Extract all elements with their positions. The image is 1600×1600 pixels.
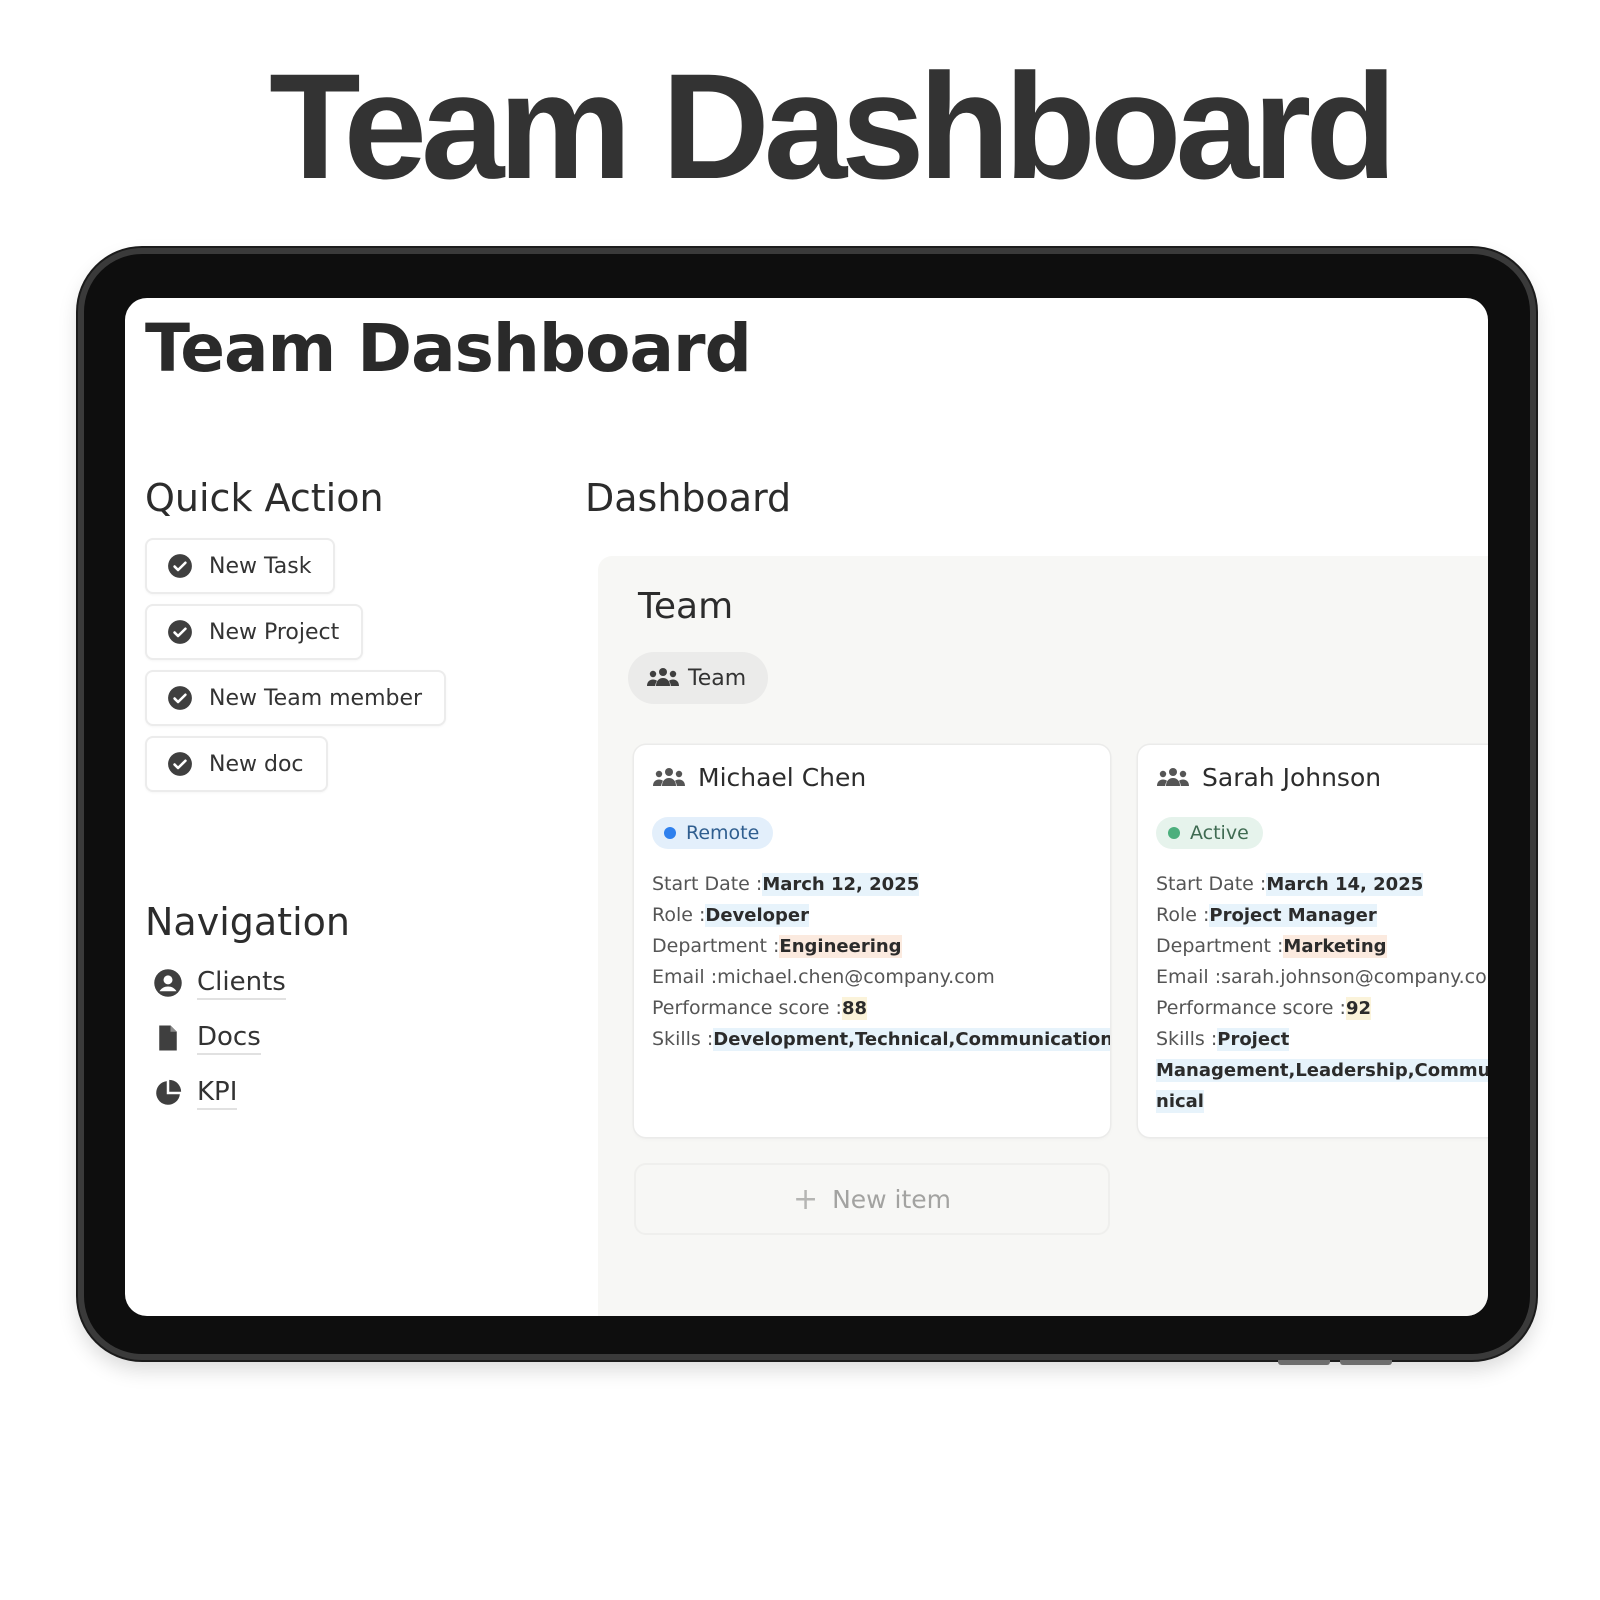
nav-item-docs[interactable]: Docs (153, 1018, 261, 1058)
status-dot (1168, 827, 1180, 839)
check-circle-icon (168, 752, 192, 776)
team-member-card[interactable]: Michael Chen Remote Start Date :March 12… (634, 745, 1110, 1137)
performance-label: Performance score : (652, 997, 842, 1019)
start-date-label: Start Date : (652, 873, 763, 895)
member-properties: Start Date :March 14, 2025 Role :Project… (1156, 869, 1488, 1117)
check-circle-icon (168, 686, 192, 710)
dashboard-panel: Team Team Michael Chen Remote Start Date… (598, 556, 1488, 1316)
email-label: Email : (1156, 966, 1222, 988)
skills-value: Development,Technical,Communication (713, 1028, 1110, 1051)
skills-value-cont: nical (1156, 1090, 1204, 1113)
tablet-side-button (1278, 1360, 1330, 1365)
nav-item-clients[interactable]: Clients (153, 963, 286, 1003)
new-team-member-button[interactable]: New Team member (145, 670, 447, 726)
new-item-label: New item (832, 1184, 952, 1214)
nav-label: Clients (197, 966, 286, 1000)
hero-title: Team Dashboard (269, 42, 1397, 210)
new-item-button[interactable]: + New item (634, 1163, 1110, 1235)
skills-label: Skills : (652, 1028, 714, 1050)
department-label: Department : (1156, 935, 1284, 957)
skills-label: Skills : (1156, 1028, 1218, 1050)
skills-value-cont: Management,Leadership,Commu (1156, 1059, 1488, 1082)
check-circle-icon (168, 554, 192, 578)
status-label: Remote (686, 822, 760, 844)
performance-value: 92 (1345, 997, 1371, 1020)
member-name: Michael Chen (698, 763, 867, 792)
role-label: Role : (652, 904, 706, 926)
member-name: Sarah Johnson (1202, 763, 1382, 792)
status-badge: Remote (652, 817, 774, 849)
tab-label: Team (688, 665, 747, 691)
team-title: Team (638, 586, 734, 627)
tablet-side-button (1340, 1360, 1392, 1365)
people-icon (1157, 767, 1189, 786)
role-label: Role : (1156, 904, 1210, 926)
tab-team[interactable]: Team (628, 652, 769, 704)
start-date-value: March 14, 2025 (1266, 873, 1424, 896)
quick-action-heading: Quick Action (145, 476, 384, 520)
check-circle-icon (168, 620, 192, 644)
pie-chart-icon (156, 1079, 182, 1105)
member-properties: Start Date :March 12, 2025 Role :Develop… (652, 869, 1110, 1055)
role-value: Project Manager (1209, 904, 1377, 927)
button-label: New Team member (209, 685, 423, 711)
email-value: michael.chen@company.com (717, 966, 995, 988)
button-label: New Task (209, 553, 312, 579)
status-dot (664, 827, 676, 839)
status-badge: Active (1156, 817, 1263, 849)
tablet-screen: Team Dashboard Quick Action New Task New… (125, 298, 1488, 1316)
new-task-button[interactable]: New Task (145, 538, 336, 594)
nav-item-kpi[interactable]: KPI (153, 1073, 238, 1113)
department-value: Marketing (1283, 935, 1387, 958)
performance-label: Performance score : (1156, 997, 1346, 1019)
people-icon (647, 668, 679, 686)
nav-label: Docs (197, 1021, 261, 1055)
email-label: Email : (652, 966, 718, 988)
email-value: sarah.johnson@company.co (1221, 966, 1487, 988)
department-label: Department : (652, 935, 780, 957)
start-date-label: Start Date : (1156, 873, 1267, 895)
plus-icon: + (792, 1181, 819, 1217)
new-project-button[interactable]: New Project (145, 604, 364, 660)
button-label: New doc (209, 751, 304, 777)
new-doc-button[interactable]: New doc (145, 736, 328, 792)
role-value: Developer (705, 904, 809, 927)
dashboard-heading: Dashboard (585, 476, 792, 520)
page-title: Team Dashboard (145, 310, 752, 387)
people-icon (653, 767, 685, 786)
department-value: Engineering (779, 935, 902, 958)
start-date-value: March 12, 2025 (762, 873, 920, 896)
performance-value: 88 (841, 997, 867, 1020)
skills-value: Project (1217, 1028, 1290, 1051)
nav-label: KPI (197, 1076, 238, 1110)
document-icon (159, 1025, 177, 1051)
button-label: New Project (209, 619, 340, 645)
navigation-heading: Navigation (145, 900, 350, 944)
user-circle-icon (154, 969, 182, 997)
team-member-card[interactable]: Sarah Johnson Active Start Date :March 1… (1138, 745, 1488, 1137)
status-label: Active (1190, 822, 1249, 844)
